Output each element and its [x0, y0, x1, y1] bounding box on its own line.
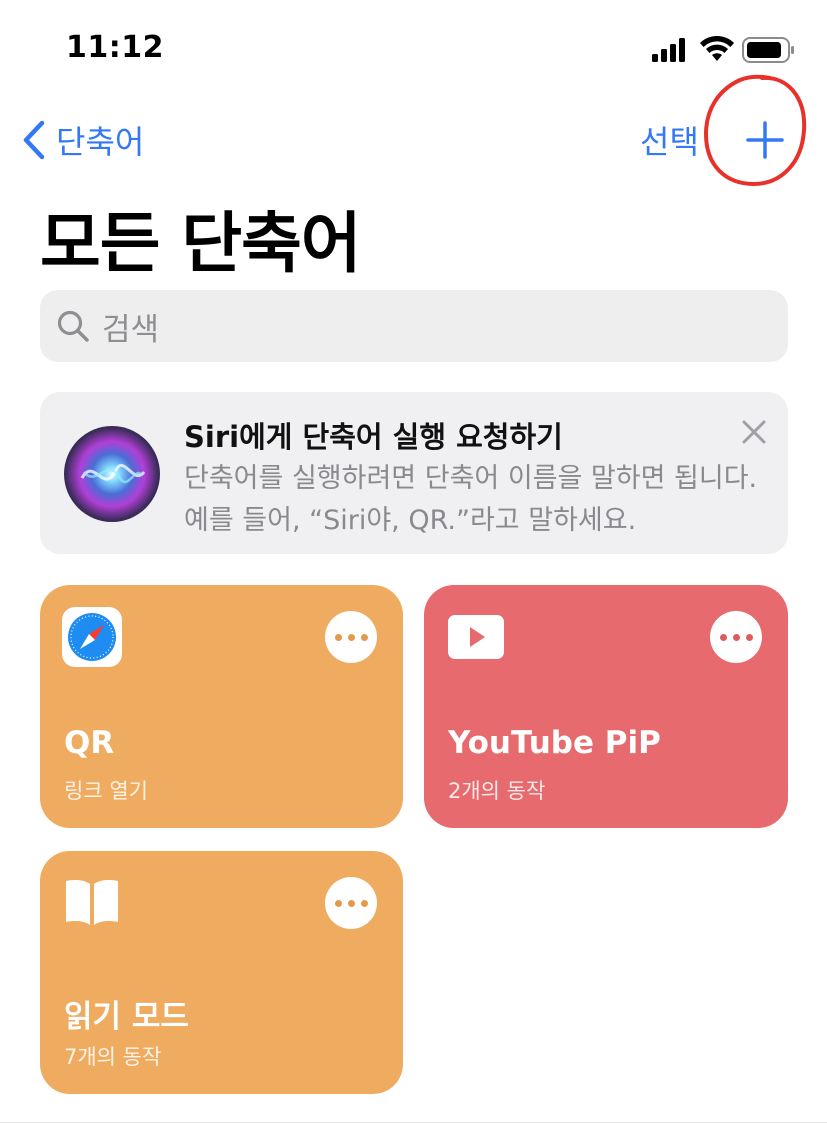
search-input[interactable]: 검색 — [40, 290, 788, 362]
search-icon — [57, 310, 89, 342]
cellular-signal-icon — [652, 38, 685, 62]
close-icon — [742, 420, 766, 444]
shortcut-subtitle: 7개의 동작 — [64, 1045, 162, 1069]
book-icon — [62, 873, 122, 933]
play-icon — [446, 607, 506, 667]
more-button[interactable] — [710, 611, 762, 663]
more-button[interactable] — [325, 877, 377, 929]
shortcut-name: YouTube PiP — [448, 725, 661, 761]
more-dot-icon — [347, 633, 355, 641]
safari-icon — [62, 607, 122, 667]
shortcut-subtitle: 2개의 동작 — [448, 779, 546, 803]
shortcut-tile-youtube-pip[interactable]: YouTube PiP 2개의 동작 — [424, 585, 788, 828]
bottom-divider — [0, 1122, 827, 1123]
shortcut-tile-reading-mode[interactable]: 읽기 모드 7개의 동작 — [40, 851, 403, 1094]
chevron-left-icon — [23, 120, 45, 160]
siri-suggestion-card[interactable]: Siri에게 단축어 실행 요청하기 단축어를 실행하려면 단축어 이름을 말하… — [40, 392, 788, 554]
status-time: 11:12 — [66, 30, 164, 65]
siri-card-title: Siri에게 단축어 실행 요청하기 — [184, 420, 563, 454]
more-dot-icon — [719, 633, 727, 641]
more-dot-icon — [360, 899, 368, 907]
shortcut-name: 읽기 모드 — [64, 999, 189, 1035]
shortcut-tile-qr[interactable]: QR 링크 열기 — [40, 585, 403, 828]
select-button[interactable]: 선택 — [640, 116, 699, 164]
status-bar: 11:12 — [0, 0, 827, 90]
page-title: 모든 단축어 — [40, 205, 362, 282]
shortcut-subtitle: 링크 열기 — [64, 779, 148, 803]
more-dot-icon — [360, 633, 368, 641]
more-dot-icon — [347, 899, 355, 907]
back-button[interactable]: 단축어 — [22, 116, 144, 164]
more-dot-icon — [334, 899, 342, 907]
more-dot-icon — [732, 633, 740, 641]
navigation-bar: 단축어 선택 — [0, 100, 827, 180]
add-shortcut-button[interactable] — [735, 112, 795, 168]
plus-icon — [746, 121, 784, 159]
battery-icon — [742, 37, 794, 63]
siri-card-description: 단축어를 실행하려면 단축어 이름을 말하면 됩니다. 예를 들어, “Siri… — [184, 463, 758, 536]
more-button[interactable] — [325, 611, 377, 663]
back-button-label: 단축어 — [56, 123, 145, 161]
more-dot-icon — [745, 633, 753, 641]
search-placeholder: 검색 — [102, 311, 160, 348]
wifi-icon — [700, 36, 734, 61]
close-button[interactable] — [734, 412, 774, 452]
siri-icon — [64, 426, 160, 522]
shortcut-name: QR — [64, 725, 115, 761]
status-icons — [652, 36, 794, 63]
more-dot-icon — [334, 633, 342, 641]
